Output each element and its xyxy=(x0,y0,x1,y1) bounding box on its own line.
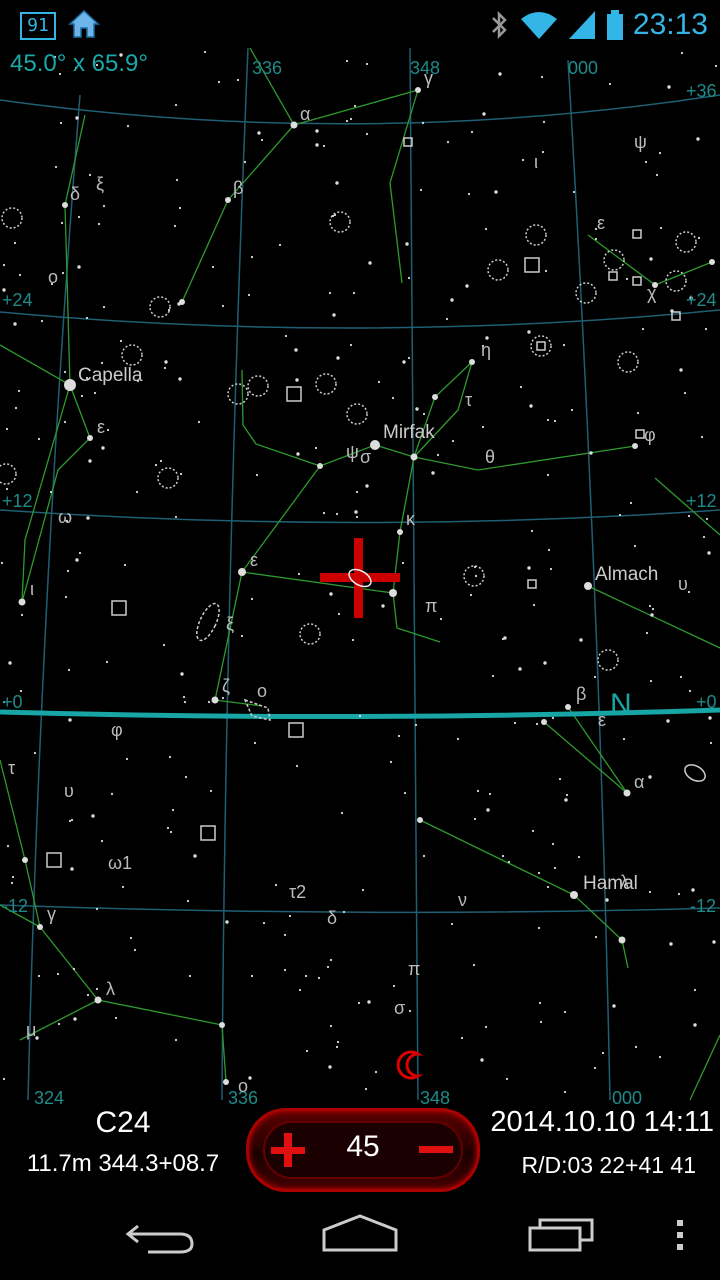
greek-label: δ xyxy=(327,908,337,928)
greek-label: γ xyxy=(424,68,433,88)
greek-label: β xyxy=(233,178,243,198)
wifi-icon xyxy=(520,12,557,39)
zoom-control: 45 xyxy=(246,1108,480,1192)
dec-label: +12 xyxy=(686,491,717,511)
greek-label: η xyxy=(481,340,491,360)
star-name-label: Mirfak xyxy=(383,422,435,443)
home-outline-icon[interactable] xyxy=(310,1190,410,1280)
greek-label: π xyxy=(425,596,437,616)
greek-label: ι xyxy=(30,579,34,599)
dec-label: -12 xyxy=(2,896,28,916)
greek-label: τ2 xyxy=(289,882,306,902)
greek-label: δ xyxy=(70,184,80,204)
greek-label: υ xyxy=(678,574,688,594)
greek-label: ξ xyxy=(226,614,234,634)
dec-label: +36 xyxy=(686,81,717,101)
dec-label: +24 xyxy=(2,290,33,310)
greek-label: τ xyxy=(8,758,15,778)
greek-label: λ xyxy=(106,979,115,999)
nav-bar xyxy=(0,1190,720,1280)
sky-map[interactable]: 336 348 000324 336 348 000+36+24 +24+12 +12+0 +0… xyxy=(0,48,720,1106)
greek-label: ν xyxy=(458,890,467,910)
greek-label: π xyxy=(408,959,420,979)
status-icons: 23:13 xyxy=(487,6,708,44)
greek-label: λ xyxy=(620,872,629,892)
greek-label: υ xyxy=(64,781,74,801)
home-icon[interactable] xyxy=(68,8,100,40)
greek-label: α xyxy=(634,772,644,792)
greek-label: α xyxy=(300,104,310,124)
star-name-label: Hamal xyxy=(583,873,638,894)
greek-label: ο xyxy=(48,267,58,287)
back-icon[interactable] xyxy=(110,1190,210,1280)
status-bar: 91 23:13 xyxy=(0,0,720,50)
deep-sky-objects xyxy=(0,137,706,868)
info-bar: C24 11.7m 344.3+08.7 45 2014.10.10 14:11… xyxy=(0,1104,720,1192)
greek-label: σ xyxy=(360,447,371,467)
dec-label: +0 xyxy=(2,692,23,712)
notification-badge[interactable]: 91 xyxy=(20,12,56,40)
minus-icon[interactable] xyxy=(407,1111,469,1189)
recents-icon[interactable] xyxy=(510,1190,610,1280)
moon-icon[interactable] xyxy=(396,1050,424,1080)
greek-label: χ xyxy=(647,283,657,303)
greek-label: ε xyxy=(250,550,258,570)
greek-label: τ xyxy=(465,390,472,410)
greek-label: σ xyxy=(394,998,405,1018)
signal-icon xyxy=(568,11,595,39)
greek-label: ε xyxy=(598,710,606,730)
fov-label: 45.0° x 65.9° xyxy=(10,50,148,77)
greek-label: ο xyxy=(257,681,267,701)
greek-label: ε xyxy=(97,417,105,437)
ra-dec-readout: R/D:03 22+41 41 xyxy=(521,1152,696,1178)
greek-label: ε xyxy=(597,213,605,233)
greek-label: ζ xyxy=(222,676,230,696)
star-name-label: Capella xyxy=(78,365,143,386)
dec-label: +24 xyxy=(686,290,717,310)
greek-label: γ xyxy=(47,904,56,924)
battery-icon xyxy=(606,10,623,40)
crosshair xyxy=(320,538,400,618)
bluetooth-icon xyxy=(492,10,507,40)
greek-label: ψ xyxy=(346,442,359,462)
datetime[interactable]: 2014.10.10 14:11 xyxy=(490,1106,714,1139)
greek-label: ι xyxy=(534,152,538,172)
greek-label: φ xyxy=(111,720,123,740)
greek-label: ω xyxy=(58,507,72,527)
greek-label: ο xyxy=(238,1076,248,1096)
greek-label: ω1 xyxy=(108,853,132,873)
dec-label: +12 xyxy=(2,491,33,511)
greek-label: ψ xyxy=(634,132,647,152)
dec-label: +0 xyxy=(696,692,717,712)
greek-label: φ xyxy=(644,425,656,445)
star-name-label: Almach xyxy=(595,564,658,585)
overflow-menu-icon[interactable] xyxy=(660,1190,700,1280)
greek-label: β xyxy=(576,684,586,704)
greek-label: ξ xyxy=(96,174,104,194)
object-info: 11.7m 344.3+08.7 xyxy=(26,1150,220,1177)
ra-label: 000 xyxy=(568,58,598,78)
object-name[interactable]: C24 xyxy=(0,1106,246,1140)
clock: 23:13 xyxy=(632,8,708,41)
horizon-north-label: N xyxy=(610,688,632,721)
dec-label: -12 xyxy=(690,896,716,916)
ra-label: 336 xyxy=(252,58,282,78)
greek-label: κ xyxy=(406,509,416,529)
greek-label: μ xyxy=(26,1020,36,1040)
greek-label: θ xyxy=(485,447,495,467)
